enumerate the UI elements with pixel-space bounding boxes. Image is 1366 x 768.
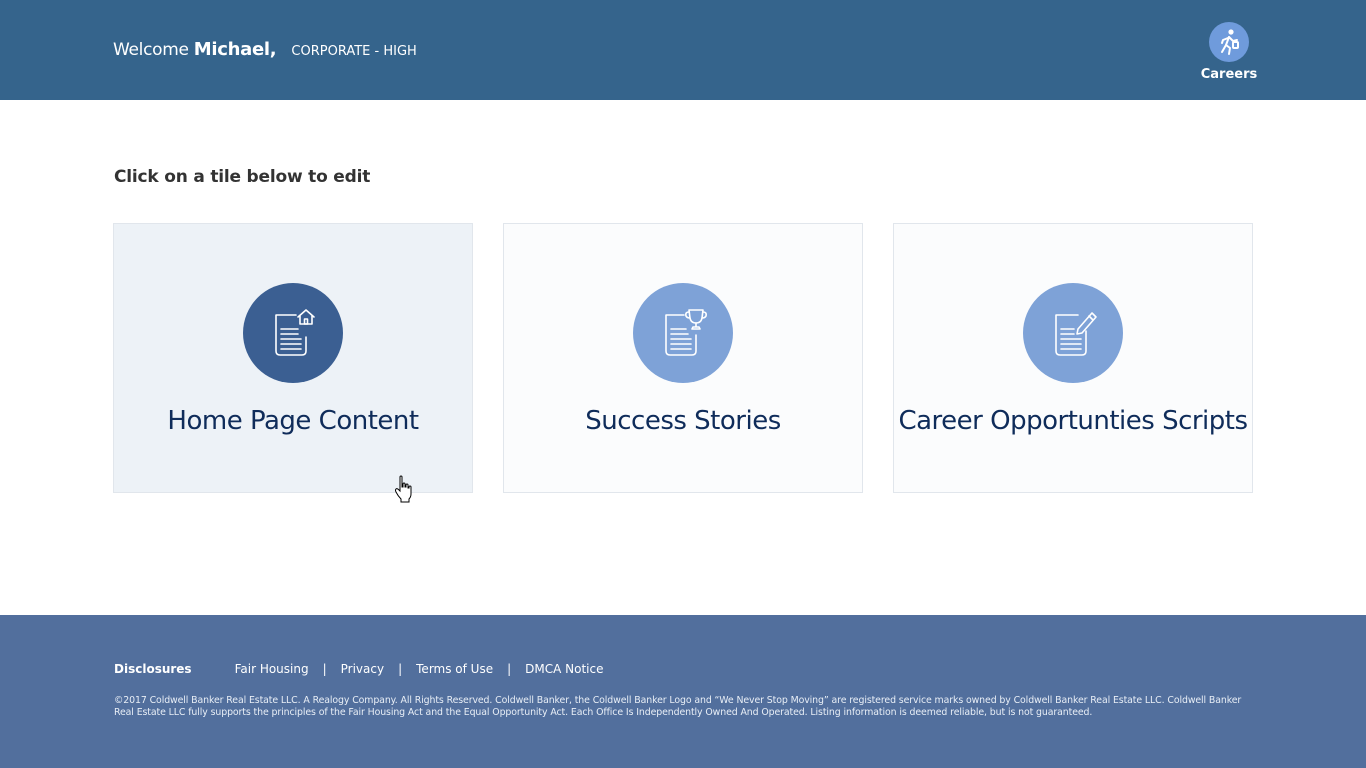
copyright-notice: ©2017 Coldwell Banker Real Estate LLC. A… [114,695,1242,718]
tile-title: Success Stories [585,406,781,436]
footer-separator: | [322,662,327,676]
careers-button[interactable]: Careers [1198,22,1260,82]
welcome-message: Welcome Michael, CORPORATE - HIGH [113,39,417,60]
user-role: CORPORATE - HIGH [291,44,417,59]
careers-label: Careers [1200,67,1258,82]
tile-title: Career Opportunties Scripts [898,406,1248,436]
dmca-notice-link[interactable]: DMCA Notice [525,662,603,676]
welcome-prefix: Welcome [113,40,189,60]
edit-instructions: Click on a tile below to edit [114,167,371,187]
footer-separator: | [398,662,403,676]
running-person-icon [1209,22,1249,62]
top-header: Welcome Michael, CORPORATE - HIGH Career… [0,0,1366,100]
document-trophy-icon [633,283,733,383]
disclosures-heading: Disclosures [114,662,192,676]
fair-housing-link[interactable]: Fair Housing [235,662,309,676]
document-edit-icon [1023,283,1123,383]
tile-title: Home Page Content [167,406,419,436]
footer-separator: | [507,662,512,676]
terms-of-use-link[interactable]: Terms of Use [416,662,493,676]
tile-success-stories[interactable]: Success Stories [503,223,863,493]
document-home-icon [243,283,343,383]
tile-career-opportunities-scripts[interactable]: Career Opportunties Scripts [893,223,1253,493]
tile-home-page-content[interactable]: Home Page Content [113,223,473,493]
page-footer: Disclosures Fair Housing | Privacy | Ter… [0,615,1366,768]
privacy-link[interactable]: Privacy [341,662,384,676]
user-name: Michael, [193,39,277,60]
footer-links: Disclosures Fair Housing | Privacy | Ter… [114,662,603,676]
hand-cursor-icon [394,475,412,507]
